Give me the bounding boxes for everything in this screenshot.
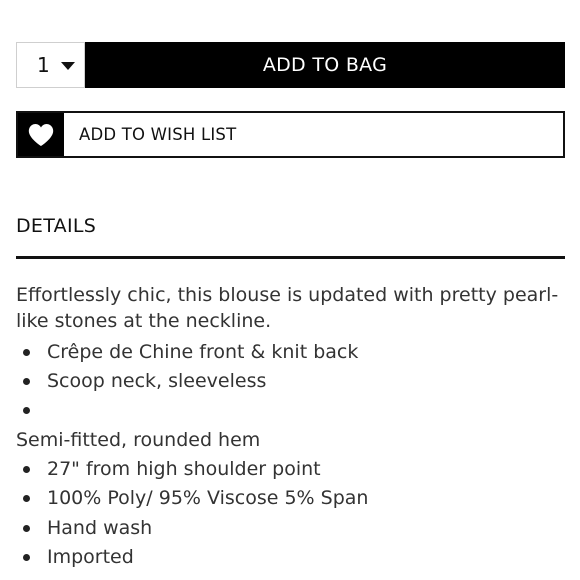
list-item: Scoop neck, sleeveless bbox=[16, 368, 266, 394]
detail-line: Semi-fitted, rounded hem bbox=[16, 429, 261, 451]
chevron-down-icon bbox=[61, 62, 75, 70]
list-item-text: 27" from high shoulder point bbox=[47, 458, 321, 480]
quantity-value: 1 bbox=[37, 53, 50, 77]
heart-icon bbox=[18, 113, 64, 156]
add-to-bag-button[interactable]: ADD TO BAG bbox=[85, 42, 565, 88]
bullet-icon bbox=[23, 465, 30, 473]
bullet-icon bbox=[23, 524, 30, 532]
purchase-row: 1 ADD TO BAG bbox=[16, 42, 565, 88]
bullet-icon bbox=[23, 406, 30, 414]
add-to-wishlist-button[interactable]: ADD TO WISH LIST bbox=[16, 111, 565, 158]
list-item-text: Hand wash bbox=[47, 517, 153, 539]
list-item: Hand wash bbox=[16, 515, 152, 541]
bullet-icon bbox=[23, 377, 30, 385]
list-item: 27" from high shoulder point bbox=[16, 456, 321, 482]
list-item-text: Imported bbox=[47, 546, 134, 568]
bullet-icon bbox=[23, 553, 30, 561]
list-item-text: Crêpe de Chine front & knit back bbox=[47, 341, 359, 363]
bullet-icon bbox=[23, 494, 30, 502]
product-description: Effortlessly chic, this blouse is update… bbox=[16, 284, 559, 332]
list-item: Imported bbox=[16, 544, 134, 570]
list-item: 100% Poly/ 95% Viscose 5% Span bbox=[16, 485, 368, 511]
divider bbox=[16, 256, 565, 259]
list-item: Crêpe de Chine front & knit back bbox=[16, 339, 358, 365]
list-item bbox=[16, 397, 47, 423]
bullet-icon bbox=[23, 348, 30, 356]
list-item-text: 100% Poly/ 95% Viscose 5% Span bbox=[47, 487, 369, 509]
wishlist-label: ADD TO WISH LIST bbox=[79, 125, 237, 144]
details-heading: DETAILS bbox=[16, 215, 97, 237]
list-item-text: Scoop neck, sleeveless bbox=[47, 370, 267, 392]
quantity-select[interactable]: 1 bbox=[16, 42, 85, 88]
